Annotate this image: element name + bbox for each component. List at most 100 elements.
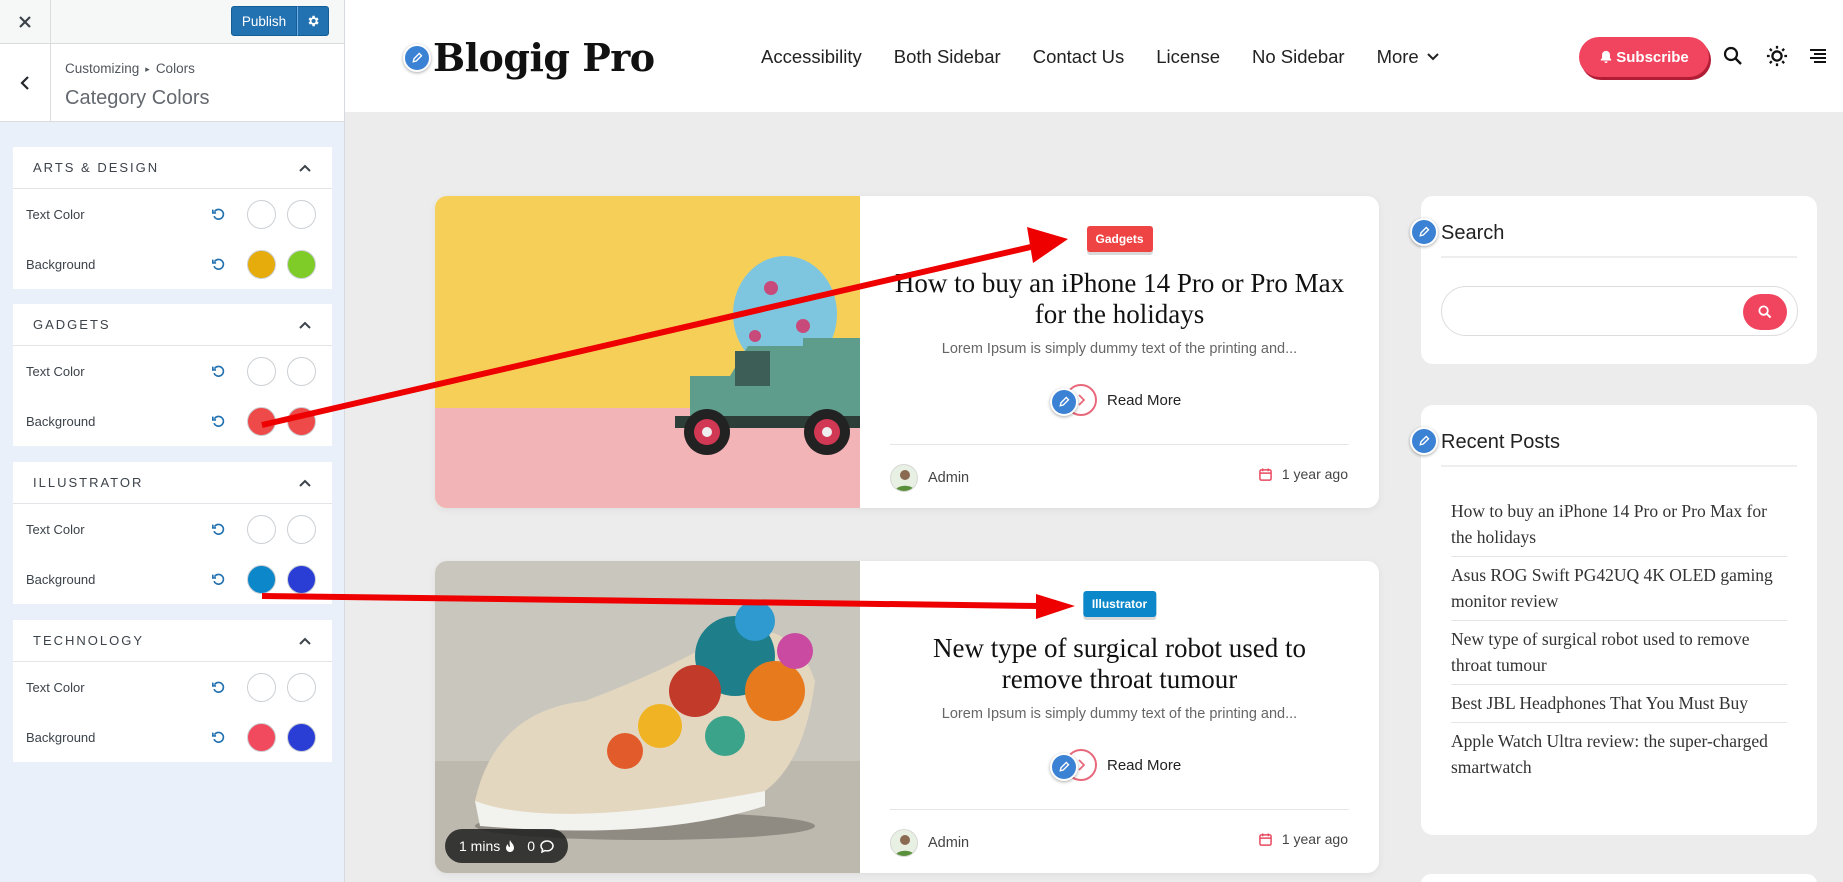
color-swatch[interactable] <box>287 514 316 544</box>
reset-icon[interactable] <box>208 569 228 589</box>
chevron-up-icon[interactable] <box>298 320 312 330</box>
section-header[interactable]: ARTS & DESIGN <box>13 147 332 189</box>
color-swatch[interactable] <box>247 199 276 229</box>
reset-icon[interactable] <box>208 204 228 224</box>
section-title: ILLUSTRATOR <box>33 475 144 490</box>
recent-posts-list: How to buy an iPhone 14 Pro or Pro Max f… <box>1451 493 1787 786</box>
background-color-row: Background <box>13 554 332 604</box>
background-color-row: Background <box>13 396 332 446</box>
color-swatch[interactable] <box>247 672 276 702</box>
category-badge[interactable]: Illustrator <box>1082 591 1157 617</box>
color-swatch[interactable] <box>287 199 316 229</box>
search-button[interactable] <box>1743 294 1787 330</box>
post-thumbnail[interactable]: 1 mins 0 <box>435 561 860 873</box>
post-title[interactable]: New type of surgical robot used to remov… <box>890 633 1349 695</box>
section-header[interactable]: GADGETS <box>13 304 332 346</box>
post-author[interactable]: Admin <box>890 464 969 492</box>
color-swatch[interactable] <box>287 722 316 752</box>
nav-item-both-sidebar[interactable]: Both Sidebar <box>894 46 1001 68</box>
publish-button[interactable]: Publish <box>231 6 297 36</box>
avatar <box>890 464 918 492</box>
color-swatch[interactable] <box>247 722 276 752</box>
recent-post-link[interactable]: New type of surgical robot used to remov… <box>1451 621 1787 685</box>
recent-post-link[interactable]: Best JBL Headphones That You Must Buy <box>1451 685 1787 723</box>
menu-icon[interactable] <box>1806 44 1830 68</box>
nav-item-no-sidebar[interactable]: No Sidebar <box>1252 46 1345 68</box>
text-color-row: Text Color <box>13 189 332 239</box>
widget-title: Recent Posts <box>1441 431 1560 453</box>
edit-shortcut-icon[interactable] <box>1050 753 1078 781</box>
main-navigation: Accessibility Both Sidebar Contact Us Li… <box>761 46 1471 68</box>
text-color-row: Text Color <box>13 504 332 554</box>
edit-shortcut-icon[interactable] <box>403 43 431 72</box>
customizer-header-bar: Publish <box>0 0 344 44</box>
close-customizer-button[interactable] <box>0 0 51 44</box>
color-swatch[interactable] <box>287 672 316 702</box>
read-more-link[interactable]: Read More <box>1065 749 1181 781</box>
color-swatch[interactable] <box>287 564 316 594</box>
chevron-up-icon[interactable] <box>298 478 312 488</box>
reset-icon[interactable] <box>208 411 228 431</box>
breadcrumb: Customizing ▸ Colors <box>65 61 195 76</box>
background-color-row: Background <box>13 712 332 762</box>
reset-icon[interactable] <box>208 519 228 539</box>
divider <box>1441 256 1797 258</box>
search-icon[interactable] <box>1721 44 1745 68</box>
chevron-up-icon[interactable] <box>298 636 312 646</box>
breadcrumb-separator-icon: ▸ <box>145 64 150 74</box>
nav-item-license[interactable]: License <box>1156 46 1220 68</box>
color-swatch[interactable] <box>247 356 276 386</box>
publish-settings-button[interactable] <box>297 6 329 36</box>
dark-mode-toggle-icon[interactable] <box>1765 44 1789 68</box>
color-swatch[interactable] <box>287 406 316 436</box>
read-more-link[interactable]: Read More <box>1065 384 1181 416</box>
next-widget <box>1421 874 1817 882</box>
row-label: Text Color <box>26 363 85 379</box>
subscribe-button[interactable]: Subscribe <box>1579 37 1709 77</box>
background-color-row: Background <box>13 239 332 289</box>
section-title: GADGETS <box>33 317 111 332</box>
search-icon <box>1758 305 1772 319</box>
reset-icon[interactable] <box>208 677 228 697</box>
row-label: Background <box>26 256 96 272</box>
color-swatch[interactable] <box>247 406 276 436</box>
reset-icon[interactable] <box>208 727 228 747</box>
color-swatch[interactable] <box>247 249 276 279</box>
category-badge[interactable]: Gadgets <box>1086 226 1153 252</box>
post-content: Illustrator New type of surgical robot u… <box>860 561 1379 873</box>
row-label: Text Color <box>26 679 85 695</box>
color-swatch[interactable] <box>247 564 276 594</box>
edit-shortcut-icon[interactable] <box>1410 218 1438 246</box>
nav-item-contact-us[interactable]: Contact Us <box>1033 46 1125 68</box>
section-header[interactable]: TECHNOLOGY <box>13 620 332 662</box>
site-logo[interactable]: Blogig Pro <box>403 35 655 80</box>
reading-time: 1 mins <box>459 838 501 854</box>
avatar <box>890 829 918 857</box>
color-swatch[interactable] <box>287 249 316 279</box>
color-swatch[interactable] <box>287 356 316 386</box>
section-header[interactable]: ILLUSTRATOR <box>13 462 332 504</box>
recent-post-link[interactable]: How to buy an iPhone 14 Pro or Pro Max f… <box>1451 493 1787 557</box>
chevron-up-icon[interactable] <box>298 163 312 173</box>
gear-icon <box>308 15 319 27</box>
edit-shortcut-icon[interactable] <box>1050 388 1078 416</box>
section-gadgets: GADGETS Text Color Background <box>13 304 332 446</box>
back-button[interactable] <box>0 44 51 122</box>
post-author[interactable]: Admin <box>890 829 969 857</box>
breadcrumb-current: Colors <box>155 61 195 76</box>
color-swatch[interactable] <box>247 514 276 544</box>
post-excerpt: Lorem Ipsum is simply dummy text of the … <box>941 706 1298 722</box>
post-title[interactable]: How to buy an iPhone 14 Pro or Pro Max f… <box>890 268 1349 330</box>
reset-icon[interactable] <box>208 254 228 274</box>
search-input[interactable] <box>1441 286 1798 336</box>
nav-item-accessibility[interactable]: Accessibility <box>761 46 862 68</box>
recent-post-link[interactable]: Asus ROG Swift PG42UQ 4K OLED gaming mon… <box>1451 557 1787 621</box>
recent-post-link[interactable]: Apple Watch Ultra review: the super-char… <box>1451 723 1787 786</box>
reset-icon[interactable] <box>208 361 228 381</box>
divider <box>890 809 1349 810</box>
site-title[interactable]: Blogig Pro <box>433 35 655 80</box>
nav-item-more[interactable]: More <box>1377 46 1439 68</box>
post-thumbnail[interactable] <box>435 196 860 508</box>
section-illustrator: ILLUSTRATOR Text Color Background <box>13 462 332 604</box>
edit-shortcut-icon[interactable] <box>1410 427 1438 455</box>
